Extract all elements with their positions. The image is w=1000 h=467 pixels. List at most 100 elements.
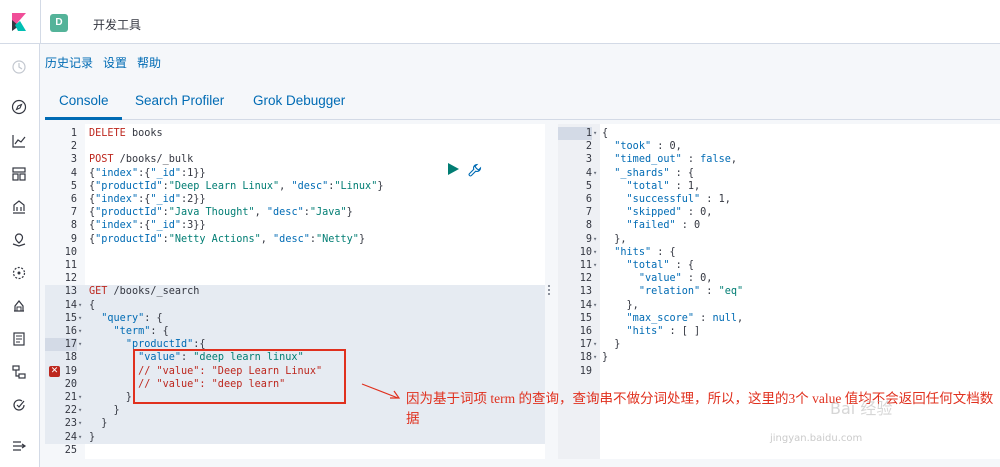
line-number: 16 (64, 326, 77, 337)
fold-toggle-icon[interactable]: ▾ (593, 351, 597, 364)
fold-toggle-icon[interactable]: ▾ (78, 325, 82, 338)
logs-icon[interactable] (11, 331, 27, 347)
response-line: 19 (558, 365, 1000, 378)
highlight-box (133, 349, 346, 404)
request-line: 24 ▾} (45, 431, 545, 444)
fold-toggle-icon[interactable]: ▾ (593, 127, 597, 140)
code-text: } (602, 352, 609, 364)
collapse-icon[interactable] (11, 438, 27, 454)
request-line: 9 {"productId":"Netty Actions", "desc":"N… (45, 233, 545, 246)
response-line: 17 ▾ } (558, 338, 1000, 351)
fold-toggle-icon[interactable]: ▾ (593, 338, 597, 351)
line-number: 7 (585, 207, 592, 219)
line-number: 23 (64, 418, 77, 430)
fold-toggle-icon[interactable]: ▾ (593, 167, 597, 180)
code-text: "took" : 0, (614, 141, 682, 153)
fold-toggle-icon[interactable]: ▾ (78, 391, 82, 404)
uptime-icon[interactable] (11, 397, 27, 413)
code-text: }, (602, 233, 627, 245)
apm-icon[interactable] (11, 364, 27, 380)
wrench-icon[interactable] (468, 163, 482, 177)
help-link[interactable]: 帮助 (137, 56, 161, 70)
kibana-logo-icon[interactable] (10, 13, 28, 31)
canvas-icon[interactable] (11, 199, 27, 215)
fold-toggle-icon[interactable]: ▾ (78, 312, 82, 325)
fold-toggle-icon[interactable]: ▾ (593, 259, 597, 272)
code-text: {"index":{"_id":3}} (89, 220, 206, 232)
pane-resizer-icon[interactable] (547, 284, 551, 296)
code-text: "failed" : 0 (626, 220, 701, 232)
request-line: 12 (45, 272, 545, 285)
line-number: 24 (64, 431, 77, 443)
response-line: 14 ▾ }, (558, 299, 1000, 312)
response-line: 7 "skipped" : 0, (558, 206, 1000, 219)
request-line: 2 (45, 140, 545, 153)
code-text: } (602, 339, 621, 351)
line-number: 11 (579, 260, 592, 271)
fold-toggle-icon[interactable]: ▾ (78, 417, 82, 430)
fold-toggle-icon[interactable]: ▾ (78, 431, 82, 444)
line-number: 8 (70, 220, 77, 232)
tab-console[interactable]: Console (59, 93, 109, 108)
fold-toggle-icon[interactable]: ▾ (78, 404, 82, 417)
settings-link[interactable]: 设置 (103, 56, 127, 70)
request-line: 13 GET /books/_search (45, 285, 545, 298)
code-text: {"productId":"Netty Actions", "desc":"Ne… (89, 233, 366, 245)
line-number: 9 (585, 233, 592, 245)
code-text: "hits" : [ ] (626, 326, 701, 337)
code-text: { (89, 299, 96, 311)
fold-toggle-icon[interactable]: ▾ (78, 299, 82, 312)
tab-grok-debugger[interactable]: Grok Debugger (253, 93, 345, 108)
error-marker-icon[interactable]: ✕ (49, 366, 60, 377)
infrastructure-icon[interactable] (11, 298, 27, 314)
line-number: 9 (70, 233, 77, 245)
line-number: 13 (579, 286, 592, 298)
line-number: 12 (64, 273, 77, 285)
response-line: 13 "relation" : "eq" (558, 285, 1000, 298)
line-number: 13 (64, 286, 77, 298)
code-text: } (89, 431, 96, 443)
maps-icon[interactable] (11, 232, 27, 248)
response-line: 16 "hits" : [ ] (558, 325, 1000, 338)
app-title: 开发工具 (93, 18, 142, 32)
code-text: "query": { (101, 312, 163, 324)
line-number: 15 (64, 312, 77, 324)
compass-icon[interactable] (11, 99, 27, 115)
fold-toggle-icon[interactable]: ▾ (593, 299, 597, 312)
line-number: 6 (585, 194, 592, 205)
dev-tools-app: D 开发工具 历史记录 设置 帮助 Console Search Profiler … (0, 0, 1000, 467)
space-avatar[interactable]: D (50, 14, 68, 32)
tab-search-profiler[interactable]: Search Profiler (135, 93, 224, 108)
request-line: 1 DELETE books (45, 127, 545, 140)
code-text: "max_score" : null, (626, 312, 744, 324)
line-number: 4 (585, 167, 592, 179)
code-text: {"index":{"_id":2}} (89, 194, 206, 205)
response-line: 9 ▾ }, (558, 233, 1000, 246)
response-line: 10 ▾ "hits" : { (558, 246, 1000, 259)
line-number: 21 (64, 392, 77, 403)
code-text: }, (602, 299, 639, 311)
dashboard-icon[interactable] (11, 166, 27, 182)
request-line: 11 (45, 259, 545, 272)
visualize-icon[interactable] (11, 133, 27, 149)
line-number: 5 (70, 180, 77, 192)
response-line: 8 "failed" : 0 (558, 219, 1000, 232)
line-number: 19 (579, 365, 592, 377)
fold-toggle-icon[interactable]: ▾ (593, 233, 597, 246)
response-line: 3 "timed_out" : false, (558, 153, 1000, 166)
ml-icon[interactable] (11, 265, 27, 281)
send-request-icon[interactable] (447, 163, 459, 175)
clock-icon[interactable] (11, 59, 27, 75)
fold-toggle-icon[interactable]: ▾ (593, 246, 597, 259)
line-number: 16 (579, 326, 592, 337)
response-line: 2 "took" : 0, (558, 140, 1000, 153)
request-line: 6 {"index":{"_id":2}} (45, 193, 545, 206)
response-line: 11 ▾ "total" : { (558, 259, 1000, 272)
line-number: 3 (70, 154, 77, 166)
history-link[interactable]: 历史记录 (45, 56, 93, 70)
line-number: 22 (64, 405, 77, 417)
line-number: 7 (70, 207, 77, 219)
response-line: 6 "successful" : 1, (558, 193, 1000, 206)
code-text: "successful" : 1, (626, 194, 731, 205)
fold-toggle-icon[interactable]: ▾ (78, 338, 82, 351)
